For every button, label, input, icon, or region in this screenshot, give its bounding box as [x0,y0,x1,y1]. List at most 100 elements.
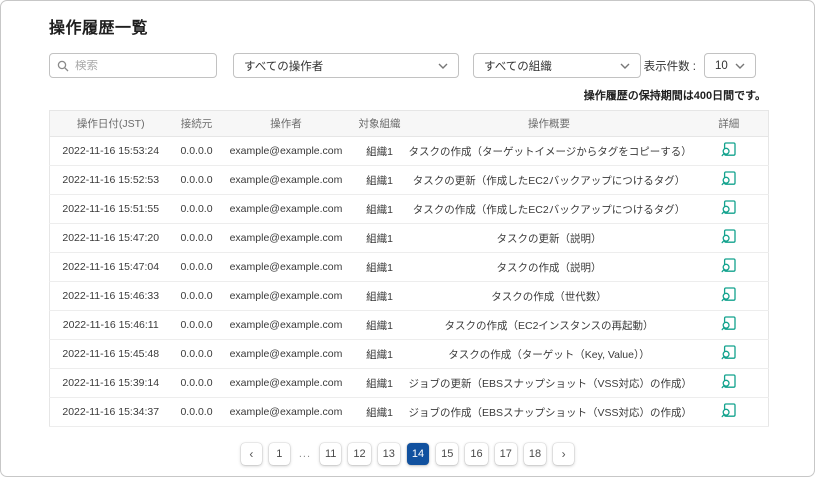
date-cell: 2022-11-16 15:47:20 [50,224,172,253]
detail-cell [690,398,769,427]
table-row: 2022-11-16 15:34:370.0.0.0example@exampl… [50,398,769,427]
operator-cell: example@example.com [222,369,351,398]
page-size-select[interactable]: 10 [704,53,756,78]
page-button-17[interactable]: 17 [495,443,517,465]
retention-notice: 操作履歴の保持期間は400日間です。 [49,87,766,103]
detail-button[interactable] [721,229,736,244]
detail-button[interactable] [721,316,736,331]
source-cell: 0.0.0.0 [172,195,222,224]
detail-button[interactable] [721,200,736,215]
source-cell: 0.0.0.0 [172,137,222,166]
detail-button[interactable] [721,142,736,157]
page-button-18[interactable]: 18 [524,443,546,465]
table-row: 2022-11-16 15:47:200.0.0.0example@exampl… [50,224,769,253]
search-input-wrapper [49,53,217,78]
detail-cell [690,253,769,282]
summary-cell: ジョブの作成（EBSスナップショット（VSS対応）の作成） [409,398,690,427]
org-cell: 組織1 [351,398,409,427]
org-cell: 組織1 [351,311,409,340]
org-filter-select[interactable]: すべての組織 [473,53,641,78]
summary-cell: タスクの更新（作成したEC2バックアップにつけるタグ） [409,166,690,195]
source-cell: 0.0.0.0 [172,253,222,282]
next-page-button[interactable]: › [553,443,574,465]
chevron-down-icon [620,63,630,69]
column-header: 操作概要 [409,111,690,137]
file-search-icon [721,200,736,215]
date-cell: 2022-11-16 15:45:48 [50,340,172,369]
detail-cell [690,311,769,340]
date-cell: 2022-11-16 15:39:14 [50,369,172,398]
org-filter-value: すべての組織 [484,58,552,74]
history-table: 操作日付(JST)接続元操作者対象組織操作概要詳細 2022-11-16 15:… [49,110,769,427]
date-cell: 2022-11-16 15:53:24 [50,137,172,166]
operator-filter-value: すべての操作者 [244,58,323,74]
table-row: 2022-11-16 15:46:330.0.0.0example@exampl… [50,282,769,311]
org-cell: 組織1 [351,224,409,253]
date-cell: 2022-11-16 15:46:33 [50,282,172,311]
detail-button[interactable] [721,171,736,186]
file-search-icon [721,374,736,389]
source-cell: 0.0.0.0 [172,282,222,311]
detail-cell [690,195,769,224]
page-button-14[interactable]: 14 [407,443,429,465]
summary-cell: ジョブの更新（EBSスナップショット（VSS対応）の作成） [409,369,690,398]
source-cell: 0.0.0.0 [172,398,222,427]
page-button-11[interactable]: 11 [320,443,341,465]
history-table-head: 操作日付(JST)接続元操作者対象組織操作概要詳細 [50,111,769,137]
source-cell: 0.0.0.0 [172,369,222,398]
date-cell: 2022-11-16 15:46:11 [50,311,172,340]
operator-filter-select[interactable]: すべての操作者 [233,53,459,78]
summary-cell: タスクの更新（説明） [409,224,690,253]
table-row: 2022-11-16 15:39:140.0.0.0example@exampl… [50,369,769,398]
summary-cell: タスクの作成（ターゲットイメージからタグをコピーする） [409,137,690,166]
page-button-1[interactable]: 1 [269,443,290,465]
pagination: ‹ 1... 11 12 13 14 15 16 17 18 › [49,443,766,465]
page-button-15[interactable]: 15 [436,443,458,465]
detail-cell [690,340,769,369]
page-title: 操作履歴一覧 [49,14,766,38]
file-search-icon [721,316,736,331]
org-cell: 組織1 [351,166,409,195]
date-cell: 2022-11-16 15:34:37 [50,398,172,427]
detail-cell [690,282,769,311]
org-cell: 組織1 [351,369,409,398]
source-cell: 0.0.0.0 [172,340,222,369]
page-ellipsis: ... [297,448,313,460]
page-button-13[interactable]: 13 [378,443,400,465]
detail-cell [690,224,769,253]
prev-page-button[interactable]: ‹ [241,443,262,465]
detail-button[interactable] [721,374,736,389]
source-cell: 0.0.0.0 [172,224,222,253]
chevron-left-icon: ‹ [249,448,253,460]
chevron-right-icon: › [562,448,566,460]
detail-button[interactable] [721,258,736,273]
detail-button[interactable] [721,287,736,302]
search-icon [57,60,69,72]
detail-button[interactable] [721,345,736,360]
operation-history-page: 操作履歴一覧 すべての操作者 すべての組織 表示件数 : 10 操作履歴の保持期… [0,0,815,477]
date-cell: 2022-11-16 15:52:53 [50,166,172,195]
summary-cell: タスクの作成（世代数） [409,282,690,311]
file-search-icon [721,258,736,273]
page-button-16[interactable]: 16 [465,443,487,465]
chevron-down-icon [735,63,745,69]
column-header: 操作日付(JST) [50,111,172,137]
detail-button[interactable] [721,403,736,418]
detail-cell [690,166,769,195]
operator-cell: example@example.com [222,398,351,427]
org-cell: 組織1 [351,137,409,166]
column-header: 対象組織 [351,111,409,137]
table-row: 2022-11-16 15:46:110.0.0.0example@exampl… [50,311,769,340]
page-size-value: 10 [715,60,728,72]
operator-cell: example@example.com [222,282,351,311]
date-cell: 2022-11-16 15:51:55 [50,195,172,224]
history-table-body: 2022-11-16 15:53:240.0.0.0example@exampl… [50,137,769,427]
column-header: 接続元 [172,111,222,137]
table-row: 2022-11-16 15:51:550.0.0.0example@exampl… [50,195,769,224]
search-input[interactable] [75,60,209,72]
page-size-label: 表示件数 : [644,58,696,74]
operator-cell: example@example.com [222,224,351,253]
header-row: 操作日付(JST)接続元操作者対象組織操作概要詳細 [50,111,769,137]
file-search-icon [721,229,736,244]
page-button-12[interactable]: 12 [348,443,370,465]
